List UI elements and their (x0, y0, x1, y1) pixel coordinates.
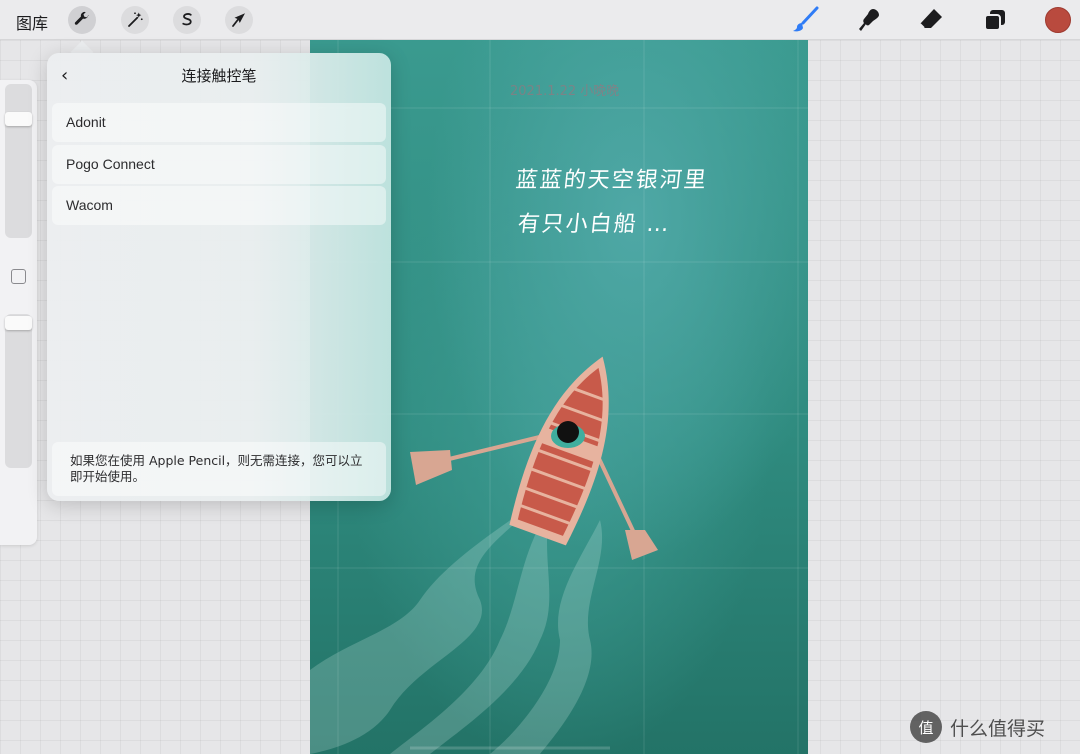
gallery-button[interactable]: 图库 (16, 10, 48, 34)
selection-button[interactable] (173, 6, 201, 34)
connect-stylus-panel: 连接触控笔 ‹ Adonit Pogo Connect Wacom 如果您在使用… (47, 53, 391, 501)
magic-wand-icon (128, 12, 143, 27)
brush-size-thumb[interactable] (5, 112, 32, 126)
transform-button[interactable] (225, 6, 253, 34)
opacity-thumb[interactable] (5, 316, 32, 330)
brush-size-slider[interactable] (5, 84, 32, 238)
device-row-wacom[interactable]: Wacom (52, 186, 386, 225)
apple-pencil-note: 如果您在使用 Apple Pencil，则无需连接，您可以立即开始使用。 (52, 442, 386, 496)
opacity-slider[interactable] (5, 314, 32, 468)
brush-button[interactable] (790, 5, 820, 35)
layers-icon (984, 10, 1005, 31)
top-toolbar: 图库 (0, 0, 1080, 40)
selection-s-icon (182, 13, 192, 26)
smudge-button[interactable] (853, 5, 883, 35)
device-row-adonit[interactable]: Adonit (52, 103, 386, 142)
canvas-date-signature: 2021.1.22 小晚晚 (510, 84, 620, 99)
watermark-text: 什么值得买 (950, 717, 1046, 740)
watermark: 值 什么值得买 (910, 711, 1045, 743)
canvas-text-line-2: 有只小白船 … (516, 212, 673, 237)
wrench-icon (74, 11, 89, 25)
back-chevron-icon[interactable]: ‹ (61, 65, 68, 86)
modify-button[interactable] (11, 269, 26, 284)
left-sidebar (0, 80, 37, 545)
watermark-logo: 值 (910, 711, 942, 743)
eraser-icon (919, 9, 942, 29)
panel-title: 连接触控笔 (181, 67, 257, 85)
arrow-cursor-icon (232, 13, 245, 27)
device-row-pogo-connect[interactable]: Pogo Connect (52, 145, 386, 184)
canvas-text-line-1: 蓝蓝的天空银河里 (514, 168, 710, 193)
eraser-button[interactable] (916, 5, 946, 35)
smudge-icon (859, 9, 879, 31)
brush-icon (793, 6, 819, 32)
adjustments-button[interactable] (121, 6, 149, 34)
actions-button[interactable] (68, 6, 96, 34)
color-swatch[interactable] (1045, 7, 1071, 33)
layers-button[interactable] (980, 5, 1010, 35)
